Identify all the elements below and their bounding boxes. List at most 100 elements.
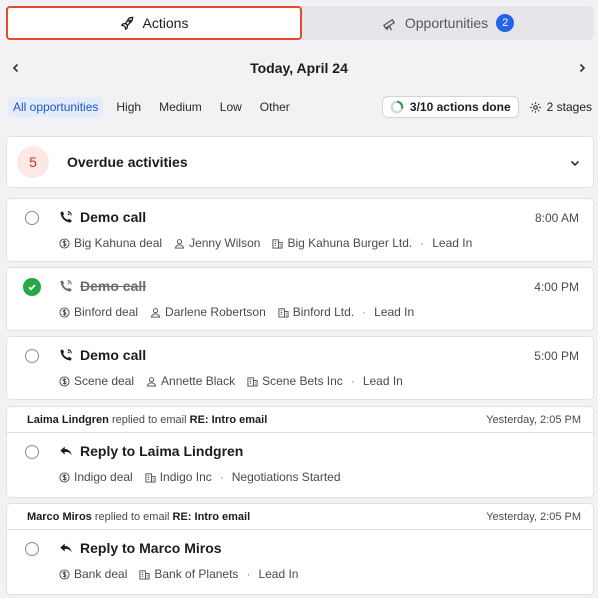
complete-checkbox[interactable] <box>25 211 39 225</box>
dollar-icon <box>59 375 70 387</box>
stage-name: Lead In <box>362 374 403 388</box>
tab-actions-label: Actions <box>142 15 189 31</box>
chevron-left-icon <box>12 63 19 73</box>
reply-subject: RE: Intro email <box>189 413 268 426</box>
filter-medium[interactable]: Medium <box>154 97 207 117</box>
building-icon <box>139 569 150 580</box>
opportunities-count-badge: 2 <box>496 14 515 32</box>
separator-dot: · <box>420 236 425 250</box>
reply-arrow-icon <box>60 446 72 456</box>
person-icon <box>150 307 161 318</box>
tab-opportunities[interactable]: Opportunities 2 <box>302 6 594 40</box>
phone-call-icon <box>60 349 72 361</box>
deal-name: Binford deal <box>74 305 139 319</box>
stage-name: Lead In <box>258 567 299 581</box>
next-day-button[interactable] <box>570 56 594 80</box>
reply-arrow-icon <box>60 543 72 553</box>
dollar-icon <box>59 306 70 318</box>
overdue-label: Overdue activities <box>67 154 188 170</box>
company-link[interactable]: Big Kahuna Burger Ltd. <box>272 236 412 250</box>
priority-filter-bar: All opportunities High Medium Low Other … <box>8 96 592 118</box>
reply-subject: RE: Intro email <box>172 510 251 523</box>
activity-title: Reply to Laima Lindgren <box>80 443 244 459</box>
tab-opportunities-label: Opportunities <box>404 15 489 31</box>
chevron-down-icon[interactable] <box>569 157 581 169</box>
dollar-icon <box>59 471 70 483</box>
view-tabs: Actions Opportunities 2 <box>6 6 594 40</box>
deal-link[interactable]: Binford deal <box>59 305 138 319</box>
deal-name: Big Kahuna deal <box>74 236 163 250</box>
complete-checkbox-checked[interactable] <box>23 278 41 296</box>
actions-progress[interactable]: 3/10 actions done <box>381 96 519 118</box>
separator-dot: · <box>350 374 355 388</box>
dollar-icon <box>59 237 70 249</box>
activity-title: Reply to Marco Miros <box>80 540 222 556</box>
person-icon <box>146 376 157 387</box>
company-name: Indigo Inc <box>159 470 212 484</box>
company-name: Big Kahuna Burger Ltd. <box>287 236 413 250</box>
stage-name: Lead In <box>432 236 473 250</box>
stage-name: Lead In <box>374 305 415 319</box>
activity-time: 5:00 PM <box>534 349 579 363</box>
company-name: Binford Ltd. <box>292 305 355 319</box>
previous-day-button[interactable] <box>4 56 28 80</box>
reply-verb: replied to email <box>94 510 170 523</box>
complete-checkbox[interactable] <box>25 349 39 363</box>
separator-dot: · <box>219 470 224 484</box>
deal-link[interactable]: Indigo deal <box>59 470 133 484</box>
person-name: Jenny Wilson <box>189 236 261 250</box>
reply-sender: Laima Lindgren <box>27 413 109 426</box>
filter-high[interactable]: High <box>111 97 146 117</box>
company-link[interactable]: Indigo Inc <box>145 470 212 484</box>
activity-time: 8:00 AM <box>534 211 579 225</box>
person-name: Darlene Robertson <box>165 305 266 319</box>
filter-all-opportunities[interactable]: All opportunities <box>8 97 104 117</box>
phone-call-icon <box>60 280 72 292</box>
activity-card[interactable]: Demo call 5:00 PM Scene deal Annette Bla… <box>6 336 594 400</box>
company-name: Bank of Planets <box>154 567 239 581</box>
gear-icon <box>529 101 541 113</box>
reply-time: Yesterday, 2:05 PM <box>486 510 581 523</box>
current-date-title: Today, April 24 <box>250 60 348 76</box>
stage-name: Negotiations Started <box>231 470 341 484</box>
overdue-activities-panel[interactable]: 5 Overdue activities <box>6 136 594 188</box>
rocket-icon <box>120 16 133 30</box>
deal-name: Bank deal <box>74 567 128 581</box>
deal-link[interactable]: Scene deal <box>59 374 134 388</box>
reply-verb: replied to email <box>111 413 187 426</box>
email-reply-card[interactable]: Marco Miros replied to email RE: Intro e… <box>6 503 594 595</box>
company-link[interactable]: Scene Bets Inc <box>247 374 343 388</box>
date-navigation: Today, April 24 <box>0 56 598 80</box>
telescope-icon <box>382 18 395 30</box>
checkmark-icon <box>28 284 36 291</box>
activity-card[interactable]: Demo call 8:00 AM Big Kahuna deal Jenny … <box>6 198 594 262</box>
chevron-right-icon <box>579 63 586 73</box>
filter-low[interactable]: Low <box>215 97 247 117</box>
tab-actions[interactable]: Actions <box>6 6 302 40</box>
person-name: Annette Black <box>161 374 236 388</box>
complete-checkbox[interactable] <box>25 445 39 459</box>
dollar-icon <box>59 568 70 580</box>
person-link[interactable]: Annette Black <box>146 374 235 388</box>
email-reply-header: Laima Lindgren replied to email RE: Intr… <box>7 407 593 433</box>
person-link[interactable]: Darlene Robertson <box>150 305 266 319</box>
actions-progress-label: 3/10 actions done <box>409 100 511 114</box>
company-link[interactable]: Binford Ltd. <box>278 305 354 319</box>
separator-dot: · <box>362 305 367 319</box>
building-icon <box>272 238 283 249</box>
complete-checkbox[interactable] <box>25 542 39 556</box>
phone-call-icon <box>60 211 72 223</box>
email-reply-card[interactable]: Laima Lindgren replied to email RE: Intr… <box>6 406 594 498</box>
stages-settings[interactable]: 2 stages <box>529 100 592 114</box>
filter-other[interactable]: Other <box>255 97 295 117</box>
deal-link[interactable]: Bank deal <box>59 567 127 581</box>
progress-ring-icon <box>390 100 404 114</box>
deal-name: Indigo deal <box>74 470 133 484</box>
person-link[interactable]: Jenny Wilson <box>174 236 260 250</box>
activity-title: Demo call <box>80 278 147 294</box>
separator-dot: · <box>246 567 251 581</box>
email-reply-header: Marco Miros replied to email RE: Intro e… <box>7 504 593 530</box>
company-link[interactable]: Bank of Planets <box>139 567 238 581</box>
deal-link[interactable]: Big Kahuna deal <box>59 236 162 250</box>
activity-card[interactable]: Demo call 4:00 PM Binford deal Darlene R… <box>6 267 594 331</box>
